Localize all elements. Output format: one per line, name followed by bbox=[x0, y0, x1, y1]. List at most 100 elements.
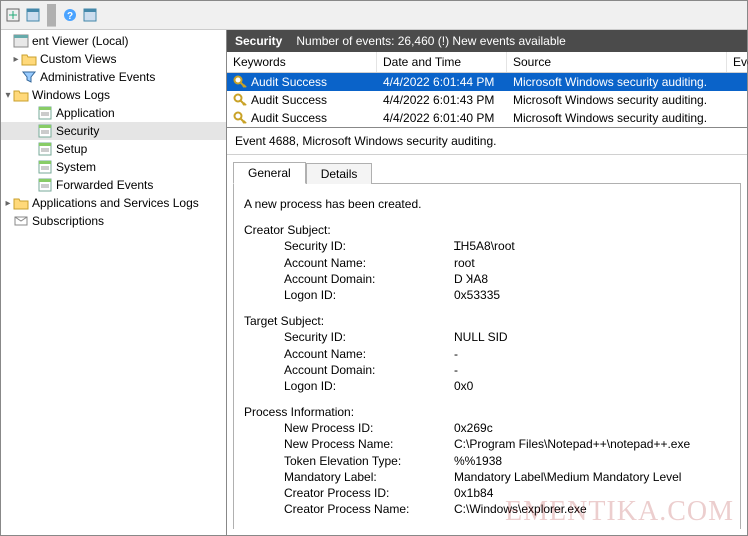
field-value: 0x1b84 bbox=[454, 485, 730, 501]
field-label: New Process Name: bbox=[284, 436, 454, 452]
cell-extra bbox=[727, 73, 747, 91]
cell-keywords: Audit Success bbox=[251, 111, 327, 125]
event-grid[interactable]: Keywords Date and Time Source Eve Audit … bbox=[227, 52, 747, 128]
tree-pane[interactable]: ent Viewer (Local) ▸ Custom Views Administr… bbox=[1, 30, 227, 535]
col-source[interactable]: Source bbox=[507, 52, 727, 72]
svg-text:?: ? bbox=[67, 11, 73, 22]
twisty[interactable]: ▸ bbox=[3, 198, 13, 209]
tree-label: ent Viewer (Local) bbox=[32, 34, 129, 48]
field-value: - bbox=[454, 362, 730, 378]
field-label: Account Domain: bbox=[284, 362, 454, 378]
folder-icon bbox=[21, 51, 37, 67]
tree-label: Windows Logs bbox=[32, 88, 110, 102]
tree-label: System bbox=[56, 160, 96, 174]
cell-datetime: 4/4/2022 6:01:43 PM bbox=[377, 91, 507, 109]
section-header: Target Subject: bbox=[244, 313, 730, 329]
field-label: Mandatory Label: bbox=[284, 469, 454, 485]
tree-admin-events[interactable]: Administrative Events bbox=[1, 68, 226, 86]
tree-label: Custom Views bbox=[40, 52, 116, 66]
field-label: Logon ID: bbox=[284, 287, 454, 303]
field-label: Security ID: bbox=[284, 238, 454, 254]
cell-extra bbox=[727, 91, 747, 109]
tree-label: Security bbox=[56, 124, 99, 138]
tree-custom-views[interactable]: ▸ Custom Views bbox=[1, 50, 226, 68]
tree-label: Application bbox=[56, 106, 115, 120]
field-label: New Process ID: bbox=[284, 420, 454, 436]
key-icon bbox=[233, 111, 247, 125]
toolbar: ? bbox=[1, 1, 747, 30]
detail-body[interactable]: A new process has been created. Creator S… bbox=[233, 183, 741, 529]
log-header: Security Number of events: 26,460 (!) Ne… bbox=[227, 30, 747, 52]
section-header: Creator Subject: bbox=[244, 222, 730, 238]
field-value: D ꞰA8 bbox=[454, 271, 730, 287]
tree: ent Viewer (Local) ▸ Custom Views Administr… bbox=[1, 32, 226, 230]
event-row[interactable]: Audit Success 4/4/2022 6:01:40 PMMicrosof… bbox=[227, 109, 747, 127]
field-value: NULL SID bbox=[454, 329, 730, 345]
log-icon bbox=[37, 123, 53, 139]
detail-content: A new process has been created. Creator S… bbox=[233, 184, 741, 529]
eventviewer-icon bbox=[13, 33, 29, 49]
sub-icon bbox=[13, 213, 29, 229]
event-row[interactable]: Audit Success 4/4/2022 6:01:43 PMMicrosof… bbox=[227, 91, 747, 109]
twisty[interactable]: ▸ bbox=[11, 54, 21, 65]
field-value: C:\Program Files\Notepad++\notepad++.exe bbox=[454, 436, 730, 452]
right-pane: Security Number of events: 26,460 (!) Ne… bbox=[227, 30, 747, 535]
tree-app-services[interactable]: ▸ Applications and Services Logs bbox=[1, 194, 226, 212]
toolbar-panel-icon[interactable] bbox=[82, 7, 98, 23]
field-value: root bbox=[454, 255, 730, 271]
event-row[interactable]: Audit Success 4/4/2022 6:01:44 PMMicrosof… bbox=[227, 73, 747, 91]
tree-label: Subscriptions bbox=[32, 214, 104, 228]
tree-label: Forwarded Events bbox=[56, 178, 153, 192]
toolbar-nav-icon[interactable] bbox=[5, 7, 21, 23]
folder-icon bbox=[13, 195, 29, 211]
log-icon bbox=[37, 177, 53, 193]
cell-datetime: 4/4/2022 6:01:44 PM bbox=[377, 73, 507, 91]
tree-subscriptions[interactable]: Subscriptions bbox=[1, 212, 226, 230]
cell-keywords: Audit Success bbox=[251, 75, 327, 89]
col-datetime[interactable]: Date and Time bbox=[377, 52, 507, 72]
twisty[interactable]: ▾ bbox=[3, 90, 13, 101]
detail-lead: A new process has been created. bbox=[244, 196, 730, 212]
field-label: Logon ID: bbox=[284, 378, 454, 394]
cell-source: Microsoft Windows security auditing. bbox=[507, 109, 727, 127]
cell-datetime: 4/4/2022 6:01:40 PM bbox=[377, 109, 507, 127]
field-value: - bbox=[454, 346, 730, 362]
field-value: 0x53335 bbox=[454, 287, 730, 303]
col-extra[interactable]: Eve bbox=[727, 52, 748, 72]
cell-keywords: Audit Success bbox=[251, 93, 327, 107]
tree-system[interactable]: System bbox=[1, 158, 226, 176]
col-keywords[interactable]: Keywords bbox=[227, 52, 377, 72]
field-value: 0x0 bbox=[454, 378, 730, 394]
tree-forwarded[interactable]: Forwarded Events bbox=[1, 176, 226, 194]
field-value: C:\Windows\explorer.exe bbox=[454, 501, 730, 517]
cell-source: Microsoft Windows security auditing. bbox=[507, 91, 727, 109]
tree-label: Setup bbox=[56, 142, 87, 156]
log-icon bbox=[37, 105, 53, 121]
field-value: 0x269c bbox=[454, 420, 730, 436]
field-label: Security ID: bbox=[284, 329, 454, 345]
key-icon bbox=[233, 93, 247, 107]
log-title: Security bbox=[235, 34, 282, 48]
tree-root[interactable]: ent Viewer (Local) bbox=[1, 32, 226, 50]
key-icon bbox=[233, 75, 247, 89]
log-subtitle: Number of events: 26,460 (!) New events … bbox=[296, 34, 565, 48]
tree-windows-logs[interactable]: ▾ Windows Logs bbox=[1, 86, 226, 104]
field-label: Token Elevation Type: bbox=[284, 453, 454, 469]
grid-header: Keywords Date and Time Source Eve bbox=[227, 52, 747, 73]
tree-security[interactable]: Security bbox=[1, 122, 226, 140]
tree-label: Applications and Services Logs bbox=[32, 196, 199, 210]
tree-setup[interactable]: Setup bbox=[1, 140, 226, 158]
cell-source: Microsoft Windows security auditing. bbox=[507, 73, 727, 91]
field-label: Creator Process Name: bbox=[284, 501, 454, 517]
tree-application[interactable]: Application bbox=[1, 104, 226, 122]
tab-details[interactable]: Details bbox=[306, 163, 373, 184]
tree-label: Administrative Events bbox=[40, 70, 155, 84]
folder-icon bbox=[13, 87, 29, 103]
event-detail-title: Event 4688, Microsoft Windows security a… bbox=[227, 128, 747, 155]
field-value: ꞮH5A8\root bbox=[454, 238, 730, 254]
help-icon[interactable]: ? bbox=[62, 7, 78, 23]
toolbar-view-icon[interactable] bbox=[25, 7, 41, 23]
tab-general[interactable]: General bbox=[233, 162, 306, 184]
log-icon bbox=[37, 141, 53, 157]
filter-icon bbox=[21, 69, 37, 85]
